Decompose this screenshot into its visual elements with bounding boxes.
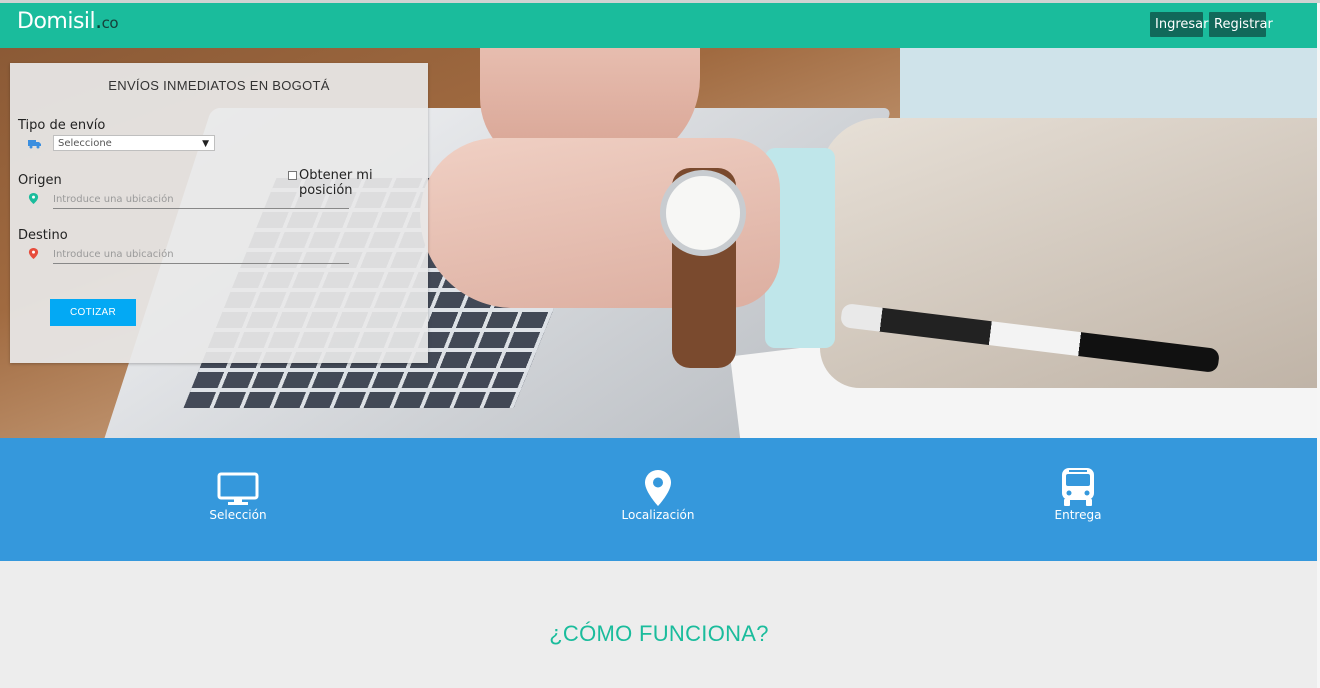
feature-location: Localización [578, 468, 738, 522]
brand-name: Domisil [17, 9, 96, 34]
features-band: Selección Localización Entrega [0, 438, 1318, 561]
monitor-icon [217, 472, 259, 505]
quote-form-panel: ENVÍOS INMEDIATOS EN BOGOTÁ Tipo de enví… [10, 63, 428, 363]
how-it-works-section: ¿CÓMO FUNCIONA? [0, 561, 1318, 688]
brand-tld: co [101, 14, 119, 32]
feature-selection: Selección [158, 468, 318, 522]
feature-selection-label: Selección [209, 508, 267, 522]
login-button[interactable]: Ingresar [1150, 12, 1208, 37]
bus-icon [1062, 468, 1094, 506]
origin-input[interactable] [53, 191, 349, 209]
get-position-checkbox[interactable] [288, 171, 297, 180]
feature-location-label: Localización [621, 508, 695, 522]
shipping-type-select[interactable]: Seleccione ▼ [53, 135, 215, 151]
destination-label: Destino [18, 228, 68, 243]
truck-icon [28, 140, 41, 149]
feature-delivery: Entrega [998, 468, 1158, 522]
shipping-type-label: Tipo de envío [18, 118, 106, 133]
shipping-type-value: Seleccione [58, 138, 112, 149]
destination-input[interactable] [53, 246, 349, 264]
feature-delivery-label: Entrega [1054, 508, 1102, 522]
origin-pin-icon [28, 193, 39, 204]
hero-watch [660, 170, 746, 256]
brand-logo[interactable]: Domisil.co [17, 9, 119, 34]
how-it-works-title: ¿CÓMO FUNCIONA? [549, 621, 769, 646]
quote-button[interactable]: COTIZAR [50, 299, 136, 326]
quote-form-title: ENVÍOS INMEDIATOS EN BOGOTÁ [108, 78, 330, 93]
navbar: Domisil.co Ingresar Registrar [0, 3, 1317, 48]
destination-pin-icon [28, 248, 39, 259]
origin-label: Origen [18, 173, 62, 188]
chevron-down-icon: ▼ [202, 139, 209, 149]
register-button[interactable]: Registrar [1209, 12, 1273, 37]
map-pin-icon [645, 470, 671, 506]
